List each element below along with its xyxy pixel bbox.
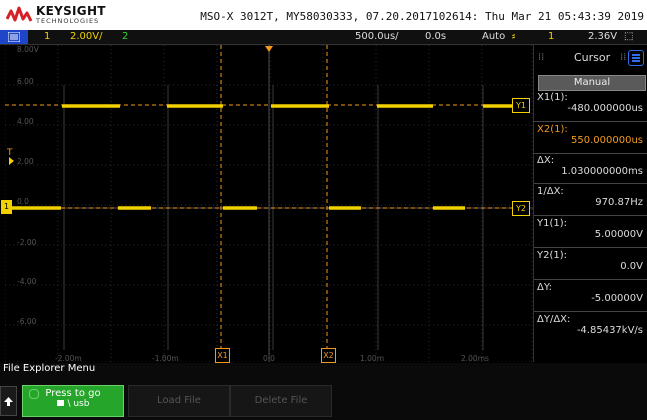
- y2-readout[interactable]: Y2(1): 0.0V: [537, 250, 645, 272]
- y-label: 8.00V: [17, 45, 39, 54]
- dx-label: ΔX:: [537, 155, 555, 166]
- delete-file-button[interactable]: Delete File: [230, 385, 332, 417]
- x-label: 0.0: [263, 354, 275, 363]
- trigger-mode[interactable]: Auto: [482, 31, 505, 42]
- dydx-label: ΔY/ΔX:: [537, 314, 571, 325]
- y2-label: Y2(1):: [537, 250, 568, 261]
- knob-icon: [29, 389, 39, 399]
- x1-readout[interactable]: X1(1): -480.000000us: [537, 92, 645, 114]
- status-bar: 1 2.00V/ 2 500.0us/ 0.0s Auto ⸗ 1 2.36V …: [0, 30, 647, 45]
- waveform-display[interactable]: 8.00V 6.00 4.00 2.00 0.0 -2.00 -4.00 -6.…: [1, 45, 533, 363]
- x-label: 2.00ms: [461, 354, 489, 363]
- cursor-panel: ⁞⁞ Cursor ⁞⁞ Manual X1(1): -480.000000us…: [533, 45, 647, 362]
- press-to-go-button[interactable]: Press to go \ usb: [22, 385, 124, 417]
- y1-value: 5.00000V: [594, 229, 643, 240]
- brand-sub: TECHNOLOGIES: [36, 17, 100, 25]
- x1-label: X1(1):: [537, 92, 568, 103]
- x-label: -2.00m: [55, 354, 82, 363]
- dydx-value: -4.85437kV/s: [576, 325, 643, 336]
- dy-value: -5.00000V: [591, 293, 643, 304]
- cursor-x2-tag[interactable]: X2: [321, 348, 336, 363]
- dashed-box-icon[interactable]: ⬚: [624, 31, 633, 42]
- file-explorer-title: File Explorer Menu: [3, 363, 96, 374]
- dy-label: ΔY:: [537, 282, 552, 293]
- y-label: 2.00: [17, 157, 34, 166]
- load-file-button[interactable]: Load File: [128, 385, 230, 417]
- y1-readout[interactable]: Y1(1): 5.00000V: [537, 218, 645, 240]
- cursor-mode-button[interactable]: Manual: [538, 75, 646, 91]
- brand-name: KEYSIGHT: [36, 4, 106, 18]
- up-arrow-icon: [4, 397, 13, 406]
- trigger-channel[interactable]: 1: [548, 31, 554, 42]
- cursor-x1-tag[interactable]: X1: [215, 348, 230, 363]
- channel-number[interactable]: 1: [44, 31, 50, 42]
- time-per-div[interactable]: 500.0us/: [355, 31, 399, 42]
- y-label: 4.00: [17, 117, 34, 126]
- usb-path: \ usb: [23, 399, 123, 409]
- cursor-panel-title: Cursor: [574, 51, 611, 64]
- usb-label: \ usb: [67, 399, 90, 409]
- cursor-y1-tag[interactable]: Y1: [512, 98, 530, 113]
- channel2-number[interactable]: 2: [122, 31, 128, 42]
- dydx-readout: ΔY/ΔX: -4.85437kV/s: [537, 314, 645, 336]
- x-label: 1.00m: [360, 354, 385, 363]
- square-wave-trace: [5, 104, 512, 210]
- keysight-wave-icon: [6, 6, 33, 22]
- trigger-edge-icon: ⸗: [512, 31, 516, 42]
- ground-marker[interactable]: 1: [1, 200, 12, 214]
- x2-label: X2(1):: [537, 124, 568, 135]
- panel-menu-icon[interactable]: [628, 50, 644, 66]
- menu-icon: [8, 32, 20, 42]
- x2-value: 550.000000us: [571, 135, 643, 146]
- header-bar: KEYSIGHT TECHNOLOGIES MSO-X 3012T, MY580…: [0, 0, 647, 30]
- y-label: 6.00: [17, 77, 34, 86]
- keysight-logo: KEYSIGHT TECHNOLOGIES: [6, 3, 106, 27]
- dx-value: 1.030000000ms: [561, 166, 643, 177]
- y1-label: Y1(1):: [537, 218, 568, 229]
- y-label: -4.00: [17, 277, 37, 286]
- y-label: 0.0: [17, 197, 29, 206]
- y-label: -6.00: [17, 317, 37, 326]
- delay-value[interactable]: 0.0s: [425, 31, 446, 42]
- model-info: MSO-X 3012T, MY58030333, 07.20.201710261…: [200, 10, 644, 23]
- x1-value: -480.000000us: [567, 103, 643, 114]
- waveform-grid: [5, 45, 533, 362]
- cursor-y2-tag[interactable]: Y2: [512, 201, 530, 216]
- grip-icon: ⁞⁞: [620, 52, 627, 63]
- x2-readout[interactable]: X2(1): 550.000000us: [537, 124, 645, 146]
- volts-per-div[interactable]: 2.00V/: [70, 31, 102, 42]
- x-label: -1.00m: [152, 354, 179, 363]
- inv-dx-readout: 1/ΔX: 970.87Hz: [537, 186, 645, 208]
- y2-value: 0.0V: [620, 261, 643, 272]
- grip-icon: ⁞⁞: [538, 52, 545, 63]
- inv-dx-value: 970.87Hz: [595, 197, 643, 208]
- dx-readout: ΔX: 1.030000000ms: [537, 155, 645, 177]
- trigger-level[interactable]: 2.36V: [588, 31, 617, 42]
- up-button[interactable]: [0, 386, 17, 416]
- y-label: -2.00: [17, 238, 37, 247]
- main-menu-button[interactable]: [0, 30, 28, 44]
- inv-dx-label: 1/ΔX:: [537, 186, 564, 197]
- trigger-arrow-icon: [9, 157, 14, 165]
- usb-folder-icon: [56, 400, 64, 406]
- dy-readout: ΔY: -5.00000V: [537, 282, 645, 304]
